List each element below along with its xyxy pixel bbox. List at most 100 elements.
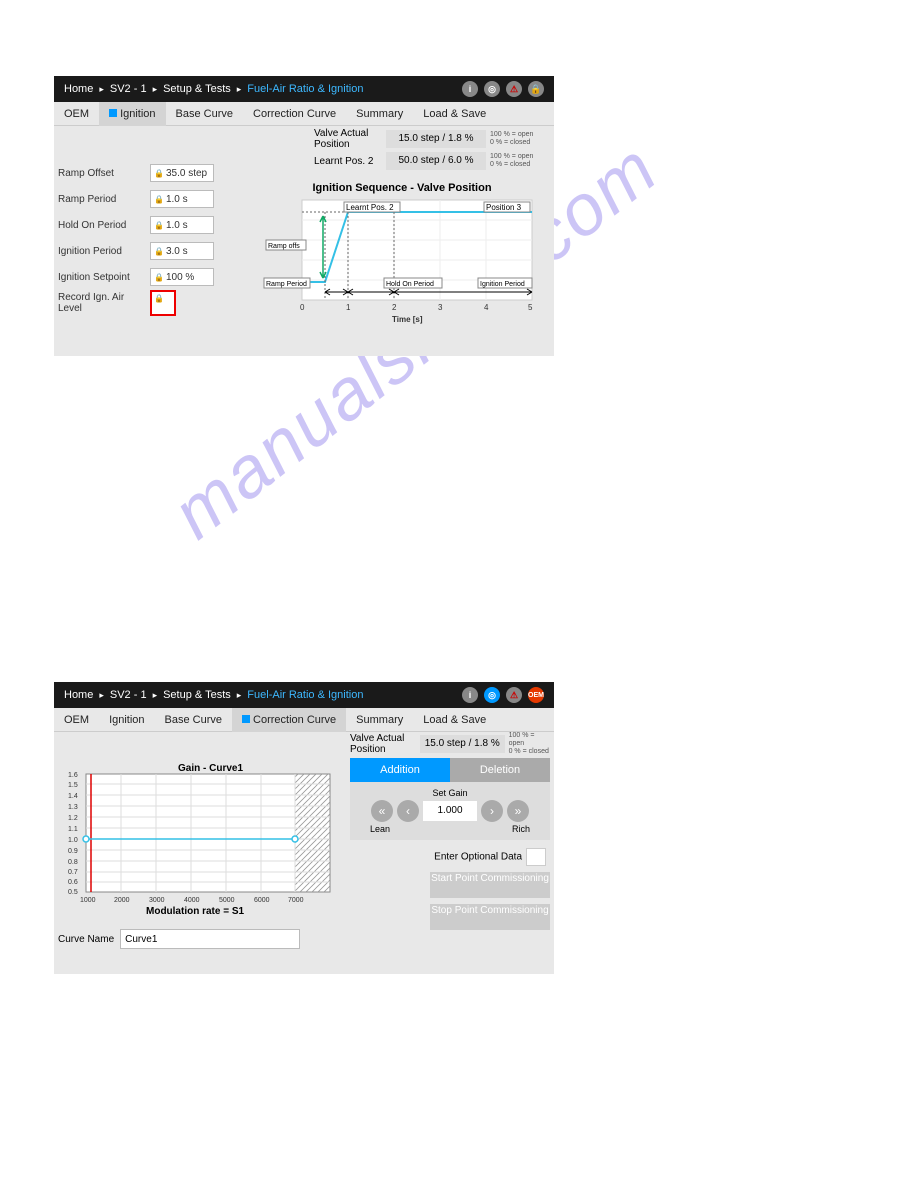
panel-body: Gain - Curve1 1.61.5 1.4 xyxy=(54,732,554,974)
ignition-period-value[interactable]: 🔒3.0 s xyxy=(150,242,214,260)
warning-icon[interactable]: ⚠ xyxy=(506,81,522,97)
svg-text:5: 5 xyxy=(528,303,533,312)
tab-ignition[interactable]: Ignition xyxy=(99,708,154,732)
svg-text:Hold On Period: Hold On Period xyxy=(386,281,434,288)
vap-value: 15.0 step / 1.8 % xyxy=(420,735,505,753)
chevron-icon: ▸ xyxy=(237,84,242,95)
hold-on-label: Hold On Period xyxy=(58,220,150,231)
gain-up-fast-button[interactable]: » xyxy=(507,800,529,822)
chart-svg: Gain - Curve1 1.61.5 1.4 xyxy=(58,762,338,917)
svg-text:1.5: 1.5 xyxy=(68,782,78,789)
chevron-icon: ▸ xyxy=(99,84,104,95)
gain-down-button[interactable]: ‹ xyxy=(397,800,419,822)
ignition-period-label: Ignition Period xyxy=(58,246,150,257)
tab-summary[interactable]: Summary xyxy=(346,708,413,732)
vap-label: Valve Actual Position xyxy=(314,128,382,150)
optional-data-checkbox[interactable] xyxy=(526,848,546,866)
tab-summary[interactable]: Summary xyxy=(346,102,413,126)
lp2-legend: 100 % = open0 % = closed xyxy=(490,153,544,169)
svg-text:0.5: 0.5 xyxy=(68,889,78,896)
panel-ignition: Home▸ SV2 - 1▸ Setup & Tests▸ Fuel-Air R… xyxy=(54,76,554,356)
lock-icon: 🔒 xyxy=(154,273,164,282)
crumb-page[interactable]: Fuel-Air Ratio & Ignition xyxy=(247,689,363,701)
deletion-button[interactable]: Deletion xyxy=(450,758,550,782)
stop-commissioning-button[interactable]: Stop Point Commissioning xyxy=(430,904,550,930)
curve-name-input[interactable] xyxy=(120,929,300,949)
svg-text:5000: 5000 xyxy=(219,897,235,904)
crumb-sv2[interactable]: SV2 - 1 xyxy=(110,83,147,95)
tab-ignition[interactable]: Ignition xyxy=(99,102,165,126)
tab-base-curve[interactable]: Base Curve xyxy=(166,102,243,126)
svg-text:1.1: 1.1 xyxy=(68,826,78,833)
set-gain-label: Set Gain xyxy=(432,788,467,798)
info-icon[interactable]: i xyxy=(462,81,478,97)
tab-load-save[interactable]: Load & Save xyxy=(413,102,496,126)
gain-value[interactable]: 1.000 xyxy=(423,801,477,821)
svg-text:Ramp Period: Ramp Period xyxy=(266,281,307,288)
gain-controls: Set Gain « ‹ 1.000 › » LeanRich xyxy=(350,782,550,840)
gain-down-fast-button[interactable]: « xyxy=(371,800,393,822)
tab-correction-curve[interactable]: Correction Curve xyxy=(243,102,346,126)
tab-correction-curve[interactable]: Correction Curve xyxy=(232,708,346,732)
chevron-icon: ▸ xyxy=(237,690,242,701)
params-list: Ramp Offset🔒35.0 step Ramp Period🔒1.0 s … xyxy=(58,160,258,316)
svg-text:0.6: 0.6 xyxy=(68,879,78,886)
svg-text:6000: 6000 xyxy=(254,897,270,904)
svg-text:Learnt Pos. 2: Learnt Pos. 2 xyxy=(346,203,394,212)
svg-text:3: 3 xyxy=(438,303,443,312)
tab-base-curve[interactable]: Base Curve xyxy=(155,708,232,732)
tab-load-save[interactable]: Load & Save xyxy=(413,708,496,732)
record-ign-button[interactable]: 🔒 xyxy=(150,290,176,316)
crumb-home[interactable]: Home xyxy=(64,83,93,95)
gain-up-button[interactable]: › xyxy=(481,800,503,822)
vap-legend: 100 % = open0 % = closed xyxy=(490,131,544,147)
svg-text:4: 4 xyxy=(484,303,489,312)
hold-on-text: 1.0 s xyxy=(166,220,188,231)
svg-text:Position 3: Position 3 xyxy=(486,203,522,212)
lp2-value: 50.0 step / 6.0 % xyxy=(386,152,486,170)
camera-icon[interactable]: ◎ xyxy=(484,81,500,97)
svg-text:0.7: 0.7 xyxy=(68,869,78,876)
lock-icon: 🔒 xyxy=(154,247,164,256)
oem-icon[interactable]: OEM xyxy=(528,687,544,703)
tab-bar: OEM Ignition Base Curve Correction Curve… xyxy=(54,708,554,732)
lock-icon[interactable]: 🔒 xyxy=(528,81,544,97)
ignition-period-text: 3.0 s xyxy=(166,246,188,257)
ramp-offset-value[interactable]: 🔒35.0 step xyxy=(150,164,214,182)
rich-label: Rich xyxy=(512,824,530,834)
svg-text:1000: 1000 xyxy=(80,897,96,904)
svg-text:1.0: 1.0 xyxy=(68,837,78,844)
ramp-offset-text: 35.0 step xyxy=(166,168,207,179)
lock-icon: 🔒 xyxy=(154,294,164,303)
crumb-setup[interactable]: Setup & Tests xyxy=(163,83,231,95)
ramp-offset-label: Ramp Offset xyxy=(58,168,150,179)
info-icon[interactable]: i xyxy=(462,687,478,703)
svg-text:0: 0 xyxy=(300,303,305,312)
tab-oem[interactable]: OEM xyxy=(54,102,99,126)
chart-svg: Learnt Pos. 2 Position 3 Ramp offs Ramp … xyxy=(262,194,542,326)
tab-corr-label: Correction Curve xyxy=(253,714,336,726)
crumb-sv2[interactable]: SV2 - 1 xyxy=(110,689,147,701)
ignition-setpoint-value[interactable]: 🔒100 % xyxy=(150,268,214,286)
lp2-label: Learnt Pos. 2 xyxy=(314,156,382,167)
lock-icon: 🔒 xyxy=(154,195,164,204)
right-panel: Valve Actual Position15.0 step / 1.8 %10… xyxy=(350,732,550,930)
ignition-sequence-chart: Ignition Sequence - Valve Position Learn… xyxy=(262,182,542,342)
svg-text:7000: 7000 xyxy=(288,897,304,904)
lock-icon: 🔒 xyxy=(154,221,164,230)
lock-icon: 🔒 xyxy=(154,169,164,178)
vap-label: Valve Actual Position xyxy=(350,733,416,755)
ramp-period-value[interactable]: 🔒1.0 s xyxy=(150,190,214,208)
optional-data-label: Enter Optional Data xyxy=(434,852,522,863)
warning-icon[interactable]: ⚠ xyxy=(506,687,522,703)
start-commissioning-button[interactable]: Start Point Commissioning xyxy=(430,872,550,898)
svg-text:Modulation rate = S1: Modulation rate = S1 xyxy=(146,906,245,917)
camera-icon[interactable]: ◎ xyxy=(484,687,500,703)
tab-oem[interactable]: OEM xyxy=(54,708,99,732)
hold-on-value[interactable]: 🔒1.0 s xyxy=(150,216,214,234)
addition-button[interactable]: Addition xyxy=(350,758,450,782)
crumb-home[interactable]: Home xyxy=(64,689,93,701)
crumb-setup[interactable]: Setup & Tests xyxy=(163,689,231,701)
svg-text:3000: 3000 xyxy=(149,897,165,904)
crumb-page[interactable]: Fuel-Air Ratio & Ignition xyxy=(247,83,363,95)
